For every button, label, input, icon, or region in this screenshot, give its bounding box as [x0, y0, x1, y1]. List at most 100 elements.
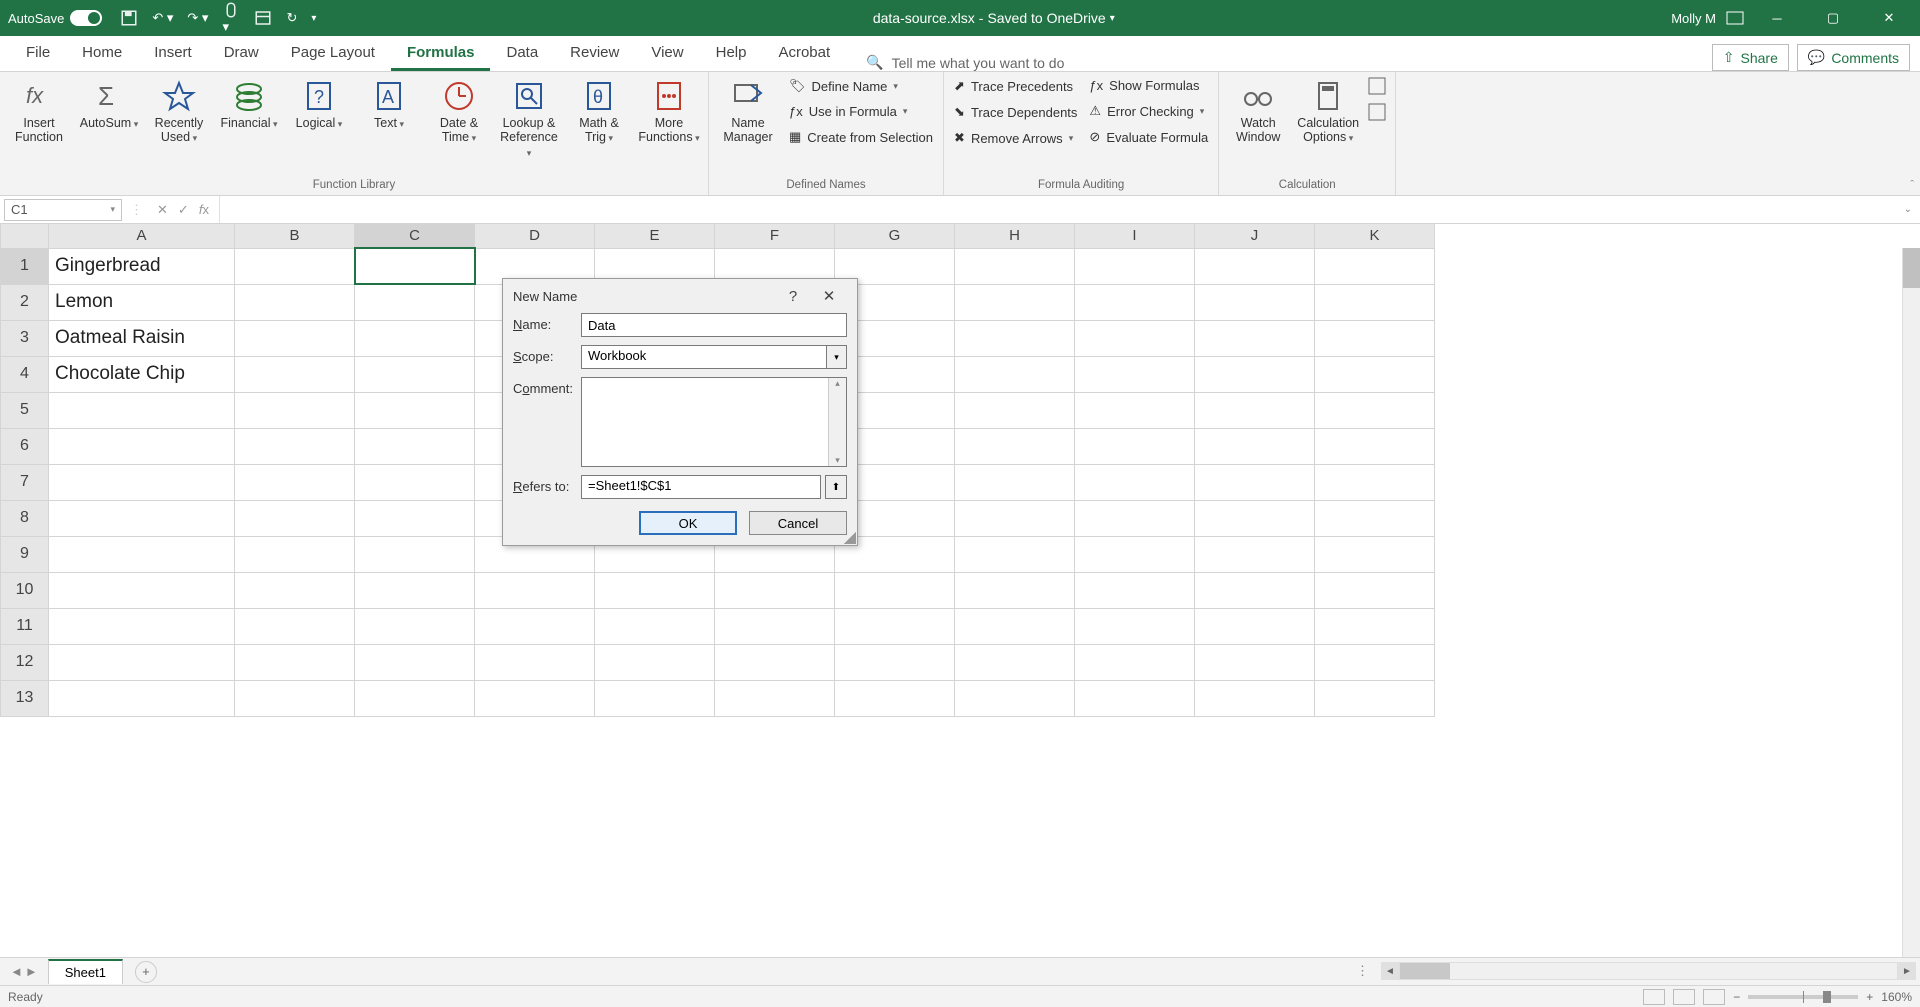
- sheet-tab-sheet1[interactable]: Sheet1: [48, 959, 123, 984]
- close-button[interactable]: ✕: [1866, 0, 1912, 36]
- cell-A8[interactable]: [49, 500, 235, 536]
- row-header-6[interactable]: 6: [1, 428, 49, 464]
- cell-H8[interactable]: [955, 500, 1075, 536]
- cell-K1[interactable]: [1315, 248, 1435, 284]
- cell-J6[interactable]: [1195, 428, 1315, 464]
- cell-H12[interactable]: [955, 644, 1075, 680]
- cell-C10[interactable]: [355, 572, 475, 608]
- cell-E11[interactable]: [595, 608, 715, 644]
- cell-C12[interactable]: [355, 644, 475, 680]
- dialog-close-button[interactable]: ✕: [811, 287, 847, 305]
- col-header-F[interactable]: F: [715, 224, 835, 248]
- tab-review[interactable]: Review: [554, 35, 635, 71]
- cell-B1[interactable]: [235, 248, 355, 284]
- zoom-slider[interactable]: [1748, 995, 1858, 999]
- comment-textarea[interactable]: ▴ ▾: [581, 377, 847, 467]
- cell-I7[interactable]: [1075, 464, 1195, 500]
- save-icon[interactable]: [120, 9, 138, 27]
- cell-H5[interactable]: [955, 392, 1075, 428]
- form-icon[interactable]: [254, 9, 272, 27]
- cell-H6[interactable]: [955, 428, 1075, 464]
- cell-I8[interactable]: [1075, 500, 1195, 536]
- zoom-level[interactable]: 160%: [1881, 990, 1912, 1004]
- refers-to-collapse-icon[interactable]: ⬆: [825, 475, 847, 499]
- cell-A9[interactable]: [49, 536, 235, 572]
- cell-G13[interactable]: [835, 680, 955, 716]
- col-header-G[interactable]: G: [835, 224, 955, 248]
- calculation-options-button[interactable]: Calculation Options: [1297, 76, 1359, 147]
- tab-view[interactable]: View: [635, 35, 699, 71]
- financial-button[interactable]: Financial: [218, 76, 280, 132]
- dialog-resize-grip[interactable]: [844, 532, 856, 544]
- date-time-button[interactable]: Date & Time: [428, 76, 490, 147]
- cell-B6[interactable]: [235, 428, 355, 464]
- lookup-reference-button[interactable]: Lookup & Reference: [498, 76, 560, 161]
- cell-I4[interactable]: [1075, 356, 1195, 392]
- cell-J4[interactable]: [1195, 356, 1315, 392]
- trace-dependents-button[interactable]: ⬊Trace Dependents: [952, 102, 1079, 122]
- cell-H9[interactable]: [955, 536, 1075, 572]
- cell-E12[interactable]: [595, 644, 715, 680]
- tab-insert[interactable]: Insert: [138, 35, 208, 71]
- view-normal-icon[interactable]: [1643, 989, 1665, 1005]
- cell-A12[interactable]: [49, 644, 235, 680]
- row-header-7[interactable]: 7: [1, 464, 49, 500]
- cell-K11[interactable]: [1315, 608, 1435, 644]
- col-header-C[interactable]: C: [355, 224, 475, 248]
- fx-icon-small[interactable]: fx: [199, 202, 209, 217]
- cell-B4[interactable]: [235, 356, 355, 392]
- cell-B11[interactable]: [235, 608, 355, 644]
- tab-data[interactable]: Data: [490, 35, 554, 71]
- tab-page-layout[interactable]: Page Layout: [275, 35, 391, 71]
- user-badge-icon[interactable]: [1726, 11, 1744, 25]
- cell-C11[interactable]: [355, 608, 475, 644]
- cell-G11[interactable]: [835, 608, 955, 644]
- cell-J2[interactable]: [1195, 284, 1315, 320]
- add-sheet-button[interactable]: +: [135, 961, 157, 983]
- cell-I2[interactable]: [1075, 284, 1195, 320]
- cell-G10[interactable]: [835, 572, 955, 608]
- cell-K6[interactable]: [1315, 428, 1435, 464]
- row-header-8[interactable]: 8: [1, 500, 49, 536]
- cell-J1[interactable]: [1195, 248, 1315, 284]
- row-header-4[interactable]: 4: [1, 356, 49, 392]
- recently-used-button[interactable]: Recently Used: [148, 76, 210, 147]
- cell-B8[interactable]: [235, 500, 355, 536]
- insert-function-button[interactable]: fx Insert Function: [8, 76, 70, 147]
- cell-E10[interactable]: [595, 572, 715, 608]
- cell-K8[interactable]: [1315, 500, 1435, 536]
- ok-button[interactable]: OK: [639, 511, 737, 535]
- cell-B2[interactable]: [235, 284, 355, 320]
- cell-J3[interactable]: [1195, 320, 1315, 356]
- cell-K13[interactable]: [1315, 680, 1435, 716]
- row-header-11[interactable]: 11: [1, 608, 49, 644]
- cell-I13[interactable]: [1075, 680, 1195, 716]
- tab-home[interactable]: Home: [66, 35, 138, 71]
- col-header-E[interactable]: E: [595, 224, 715, 248]
- cell-C7[interactable]: [355, 464, 475, 500]
- cell-D11[interactable]: [475, 608, 595, 644]
- hscroll-right-icon[interactable]: ►: [1898, 962, 1916, 980]
- cell-H3[interactable]: [955, 320, 1075, 356]
- cell-J11[interactable]: [1195, 608, 1315, 644]
- hscroll-left-icon[interactable]: ◄: [1381, 962, 1399, 980]
- cell-A11[interactable]: [49, 608, 235, 644]
- col-header-J[interactable]: J: [1195, 224, 1315, 248]
- row-header-13[interactable]: 13: [1, 680, 49, 716]
- cancel-button[interactable]: Cancel: [749, 511, 847, 535]
- name-manager-button[interactable]: Name Manager: [717, 76, 779, 147]
- cell-H4[interactable]: [955, 356, 1075, 392]
- sheet-nav-prev-icon[interactable]: ◄: [10, 964, 23, 979]
- define-name-button[interactable]: 🏷Define Name: [787, 76, 935, 96]
- undo-icon[interactable]: ↶ ▾: [152, 10, 173, 26]
- cell-J9[interactable]: [1195, 536, 1315, 572]
- col-header-I[interactable]: I: [1075, 224, 1195, 248]
- cell-A13[interactable]: [49, 680, 235, 716]
- autosum-button[interactable]: Σ AutoSum: [78, 76, 140, 132]
- row-header-10[interactable]: 10: [1, 572, 49, 608]
- cell-I12[interactable]: [1075, 644, 1195, 680]
- scope-dropdown-icon[interactable]: ▾: [827, 345, 847, 369]
- more-functions-button[interactable]: More Functions: [638, 76, 700, 147]
- cell-C6[interactable]: [355, 428, 475, 464]
- collapse-ribbon-icon[interactable]: ˆ: [1910, 179, 1914, 191]
